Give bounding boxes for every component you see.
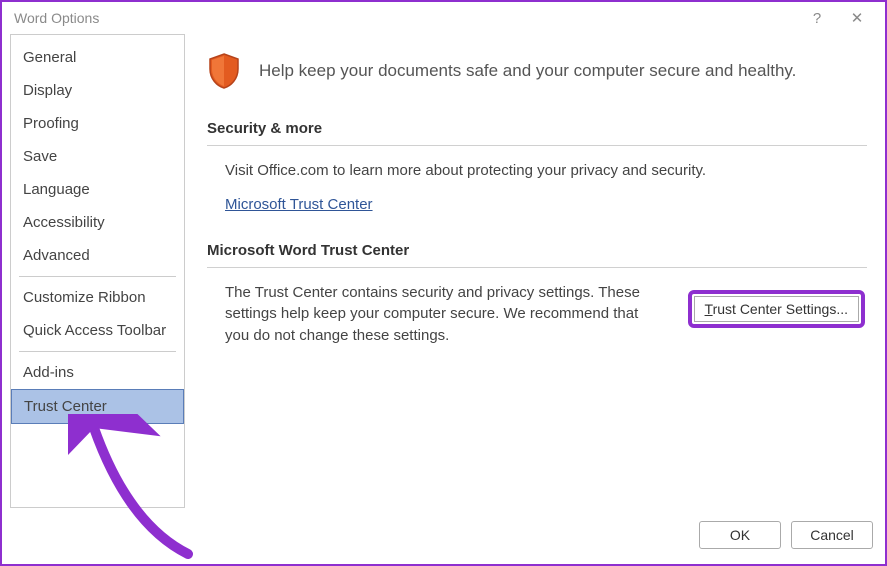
sidebar-separator [19,276,176,277]
sidebar-item-display[interactable]: Display [11,74,184,107]
cancel-button[interactable]: Cancel [791,521,873,549]
titlebar: Word Options ? ✕ [2,2,885,34]
shield-icon [207,52,241,90]
section-heading-trust-center: Microsoft Word Trust Center [207,242,867,259]
sidebar-item-customize-ribbon[interactable]: Customize Ribbon [11,281,184,314]
sidebar-item-language[interactable]: Language [11,173,184,206]
sidebar-item-trust-center[interactable]: Trust Center [11,389,184,424]
sidebar-separator [19,351,176,352]
section-heading-security: Security & more [207,120,867,137]
help-button[interactable]: ? [797,10,837,27]
microsoft-trust-center-link[interactable]: Microsoft Trust Center [225,194,373,216]
ok-button[interactable]: OK [699,521,781,549]
word-options-dialog: Word Options ? ✕ General Display Proofin… [0,0,887,566]
sidebar-item-accessibility[interactable]: Accessibility [11,206,184,239]
sidebar: General Display Proofing Save Language A… [10,34,185,508]
sidebar-item-proofing[interactable]: Proofing [11,107,184,140]
security-description: Visit Office.com to learn more about pro… [225,160,867,182]
intro-text: Help keep your documents safe and your c… [259,61,796,81]
content-panel: Help keep your documents safe and your c… [197,34,877,516]
window-title: Word Options [14,10,797,26]
trust-center-description: The Trust Center contains security and p… [207,282,664,347]
close-button[interactable]: ✕ [837,9,877,27]
section-body-security: Visit Office.com to learn more about pro… [207,160,867,216]
section-rule [207,145,867,146]
sidebar-item-general[interactable]: General [11,41,184,74]
sidebar-item-save[interactable]: Save [11,140,184,173]
trust-center-settings-button[interactable]: Trust Center Settings... [694,296,859,322]
section-rule [207,267,867,268]
sidebar-item-advanced[interactable]: Advanced [11,239,184,272]
sidebar-item-quick-access-toolbar[interactable]: Quick Access Toolbar [11,314,184,347]
dialog-footer: OK Cancel [2,516,885,564]
annotation-highlight: Trust Center Settings... [688,290,865,328]
sidebar-item-add-ins[interactable]: Add-ins [11,356,184,389]
